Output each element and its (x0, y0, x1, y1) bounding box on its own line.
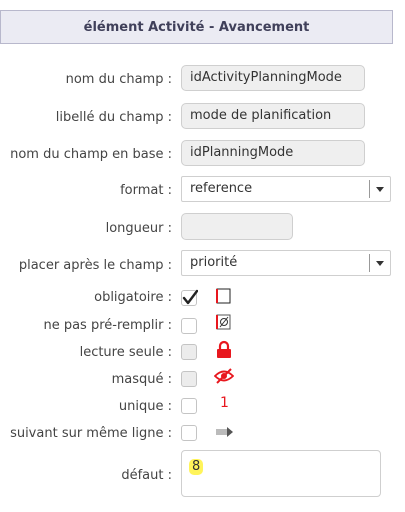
db-field-name-input[interactable]: idPlanningMode (181, 140, 365, 166)
no-prefill-label: ne pas pré-remplir : (43, 318, 172, 333)
field-label-label: libellé du champ : (55, 110, 172, 125)
section-title: élément Activité - Avancement (83, 19, 310, 35)
section-header: élément Activité - Avancement (0, 10, 393, 44)
db-field-name-label: nom du champ en base : (10, 147, 172, 162)
read-only-label: lecture seule : (79, 345, 172, 360)
format-select[interactable]: reference (181, 176, 391, 202)
empty-set-icon (216, 314, 231, 330)
place-after-value: priorité (190, 255, 238, 270)
unique-label: unique : (118, 399, 172, 414)
required-checkbox[interactable] (181, 289, 198, 306)
chevron-down-icon[interactable] (369, 180, 390, 198)
hidden-checkbox[interactable] (181, 371, 197, 387)
arrow-right-icon (216, 427, 233, 437)
required-label: obligatoire : (94, 290, 172, 305)
field-name-label: nom du champ : (65, 72, 172, 87)
format-label: format : (120, 183, 172, 198)
read-only-checkbox[interactable] (181, 344, 197, 360)
chevron-down-icon[interactable] (369, 254, 390, 272)
length-label: longueur : (105, 221, 172, 236)
eye-slash-icon (214, 368, 234, 384)
lock-icon (217, 340, 231, 358)
checkmark-icon (182, 289, 198, 305)
default-textarea[interactable]: 8 (181, 450, 381, 497)
unique-checkbox[interactable] (181, 398, 197, 414)
same-line-checkbox[interactable] (181, 425, 197, 441)
field-label-input[interactable]: mode de planification (181, 103, 365, 129)
place-after-label: placer après le champ : (18, 258, 172, 273)
length-input[interactable] (181, 213, 293, 240)
hidden-label: masqué : (111, 372, 172, 387)
unique-indicator: 1 (220, 395, 229, 411)
default-label: défaut : (121, 468, 172, 483)
place-after-select[interactable]: priorité (181, 250, 391, 276)
field-name-input[interactable]: idActivityPlanningMode (181, 65, 365, 91)
no-prefill-checkbox[interactable] (181, 318, 197, 334)
format-value: reference (190, 181, 253, 196)
same-line-label: suivant sur même ligne : (10, 426, 172, 441)
required-box-icon (216, 288, 231, 304)
default-value: 8 (189, 459, 204, 475)
